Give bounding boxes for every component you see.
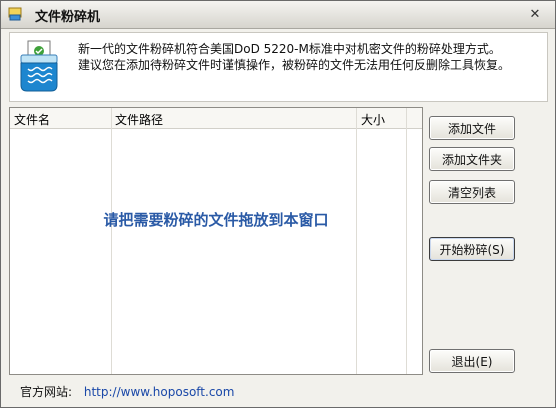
drop-hint: 请把需要粉碎的文件拖放到本窗口 [103, 211, 329, 229]
intro-line-2: 建议您在添加待粉碎文件时谨慎操作，被粉碎的文件无法用任何反删除工具恢复。 [78, 58, 511, 72]
file-list[interactable]: 文件名 文件路径 大小 请把需要粉碎的文件拖放到本窗口 [9, 107, 423, 375]
add-folder-button[interactable]: 添加文件夹 [429, 147, 515, 171]
column-divider[interactable] [111, 108, 112, 374]
column-filename[interactable]: 文件名 [14, 111, 50, 128]
shredder-window: 文件粉碎机 ✕ 新一代的文件粉碎机符合美国DoD 5220-M标准中对机密文件的… [0, 0, 556, 408]
site-label: 官方网站: [20, 385, 73, 399]
list-header: 文件名 文件路径 大小 [10, 108, 422, 129]
column-filepath[interactable]: 文件路径 [115, 111, 163, 128]
clear-list-button[interactable]: 清空列表 [429, 180, 515, 204]
shredder-icon [16, 39, 62, 93]
column-divider[interactable] [356, 108, 357, 374]
exit-button[interactable]: 退出(E) [429, 349, 515, 373]
site-link[interactable]: http://www.hoposoft.com [84, 385, 235, 399]
start-shred-button[interactable]: 开始粉碎(S) [429, 237, 515, 261]
footer: 官方网站: http://www.hoposoft.com [20, 383, 234, 400]
title-bar[interactable]: 文件粉碎机 ✕ [1, 1, 555, 29]
close-icon[interactable]: ✕ [525, 5, 545, 23]
add-file-button[interactable]: 添加文件 [429, 116, 515, 140]
intro-text: 新一代的文件粉碎机符合美国DoD 5220-M标准中对机密文件的粉碎处理方式。 … [78, 41, 518, 73]
column-divider[interactable] [406, 108, 407, 374]
column-size[interactable]: 大小 [361, 111, 385, 128]
intro-line-1: 新一代的文件粉碎机符合美国DoD 5220-M标准中对机密文件的粉碎处理方式。 [78, 42, 501, 56]
shredder-app-icon [7, 6, 23, 22]
intro-panel: 新一代的文件粉碎机符合美国DoD 5220-M标准中对机密文件的粉碎处理方式。 … [9, 32, 548, 102]
window-title: 文件粉碎机 [35, 10, 101, 25]
